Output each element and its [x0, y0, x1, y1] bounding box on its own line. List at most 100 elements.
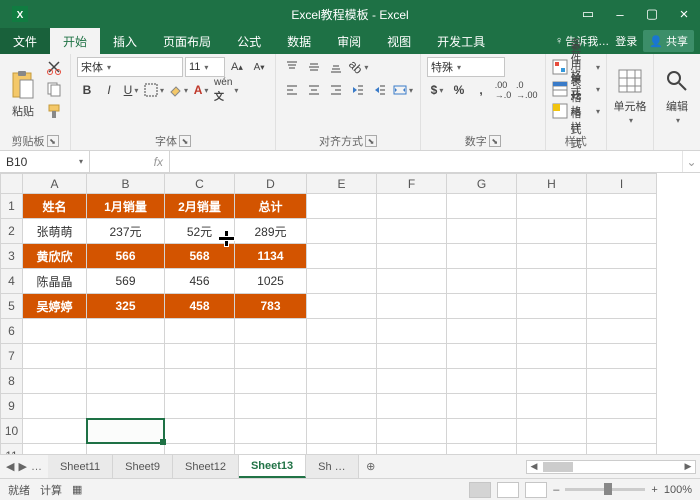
worksheet-grid[interactable]: ABCDEFGHI1姓名1月销量2月销量总计2张萌萌237元52元289元3黄欣… — [0, 173, 700, 454]
cell[interactable] — [587, 369, 657, 394]
cell[interactable] — [87, 419, 165, 444]
cell[interactable] — [235, 369, 307, 394]
clipboard-launcher[interactable]: ⬊ — [47, 135, 59, 147]
number-format-combo[interactable]: 特殊▾ — [427, 57, 505, 77]
tab-view[interactable]: 视图 — [374, 28, 424, 54]
cell[interactable] — [587, 194, 657, 219]
tab-insert[interactable]: 插入 — [100, 28, 150, 54]
cell[interactable] — [517, 344, 587, 369]
cell[interactable] — [307, 219, 377, 244]
percent-button[interactable]: % — [449, 80, 469, 100]
view-pagebreak-button[interactable] — [525, 482, 547, 498]
cell[interactable] — [165, 369, 235, 394]
align-right-button[interactable] — [326, 80, 346, 100]
cell[interactable]: 1月销量 — [87, 194, 165, 219]
ribbon-options-icon[interactable]: ▭ — [572, 0, 604, 28]
tab-developer[interactable]: 开发工具 — [424, 28, 498, 54]
minimize-button[interactable]: – — [604, 0, 636, 28]
align-center-button[interactable] — [304, 80, 324, 100]
increase-font-button[interactable]: A▴ — [227, 57, 247, 77]
row-header[interactable]: 7 — [1, 344, 23, 369]
cell[interactable] — [587, 444, 657, 455]
cell[interactable] — [307, 344, 377, 369]
sheet-tab[interactable]: Sh … — [306, 455, 359, 478]
cell[interactable] — [377, 444, 447, 455]
cell[interactable] — [517, 219, 587, 244]
column-header[interactable]: H — [517, 174, 587, 194]
cell[interactable] — [235, 444, 307, 455]
cell[interactable] — [517, 394, 587, 419]
decrease-font-button[interactable]: A▾ — [249, 57, 269, 77]
cell[interactable] — [307, 269, 377, 294]
cell[interactable] — [165, 444, 235, 455]
cell[interactable] — [517, 444, 587, 455]
cell[interactable]: 237元 — [87, 219, 165, 244]
tab-file[interactable]: 文件 — [0, 28, 50, 54]
zoom-slider[interactable] — [565, 488, 645, 491]
zoom-out-button[interactable]: – — [553, 484, 559, 496]
cell[interactable] — [377, 394, 447, 419]
row-header[interactable]: 4 — [1, 269, 23, 294]
view-pagelayout-button[interactable] — [497, 482, 519, 498]
cell[interactable] — [587, 269, 657, 294]
cell[interactable] — [165, 319, 235, 344]
cell[interactable] — [447, 219, 517, 244]
share-button[interactable]: 👤 共享 — [643, 30, 694, 52]
cell[interactable] — [517, 244, 587, 269]
tab-formulas[interactable]: 公式 — [224, 28, 274, 54]
bold-button[interactable]: B — [77, 80, 97, 100]
tab-data[interactable]: 数据 — [274, 28, 324, 54]
close-button[interactable]: × — [668, 0, 700, 28]
cell[interactable] — [87, 344, 165, 369]
maximize-button[interactable]: ▢ — [636, 0, 668, 28]
cell[interactable] — [517, 419, 587, 444]
align-bottom-button[interactable] — [326, 57, 346, 77]
formula-expand-button[interactable]: ⌄ — [682, 151, 700, 172]
zoom-in-button[interactable]: + — [651, 484, 657, 496]
row-header[interactable]: 5 — [1, 294, 23, 319]
cell[interactable] — [23, 344, 87, 369]
cells-button[interactable]: 单元格▾ — [613, 57, 647, 133]
align-launcher[interactable]: ⬊ — [365, 135, 377, 147]
cell[interactable] — [235, 419, 307, 444]
cell[interactable] — [377, 194, 447, 219]
column-header[interactable]: D — [235, 174, 307, 194]
cell[interactable] — [377, 294, 447, 319]
macro-record-icon[interactable]: ▦ — [72, 483, 82, 496]
cell[interactable] — [23, 419, 87, 444]
cell[interactable] — [377, 369, 447, 394]
cell[interactable] — [517, 369, 587, 394]
column-header[interactable]: I — [587, 174, 657, 194]
sheet-nav-prev[interactable]: ◀ — [6, 460, 14, 473]
fill-color-button[interactable]: ▾ — [167, 80, 189, 100]
cell[interactable]: 2月销量 — [165, 194, 235, 219]
cell[interactable] — [447, 344, 517, 369]
sheet-nav-more[interactable]: … — [31, 461, 42, 473]
indent-decrease-button[interactable] — [348, 80, 368, 100]
editing-button[interactable]: 编辑▾ — [660, 57, 694, 133]
cell[interactable] — [165, 394, 235, 419]
cell[interactable]: 总计 — [235, 194, 307, 219]
sheet-tab[interactable]: Sheet12 — [173, 455, 239, 478]
formula-input[interactable] — [170, 151, 682, 172]
cell[interactable]: 783 — [235, 294, 307, 319]
row-header[interactable]: 11 — [1, 444, 23, 455]
cell[interactable] — [587, 419, 657, 444]
align-top-button[interactable] — [282, 57, 302, 77]
column-header[interactable]: G — [447, 174, 517, 194]
border-button[interactable]: ▾ — [143, 80, 165, 100]
cell[interactable] — [377, 269, 447, 294]
login-link[interactable]: 登录 — [615, 33, 637, 49]
cell[interactable] — [235, 344, 307, 369]
cell[interactable] — [447, 194, 517, 219]
cell[interactable] — [87, 394, 165, 419]
cell[interactable] — [377, 344, 447, 369]
sheet-tab[interactable]: Sheet9 — [113, 455, 173, 478]
cell[interactable] — [377, 319, 447, 344]
paste-button[interactable]: 粘贴 — [6, 57, 40, 133]
view-normal-button[interactable] — [469, 482, 491, 498]
italic-button[interactable]: I — [99, 80, 119, 100]
cell[interactable]: 姓名 — [23, 194, 87, 219]
cell[interactable] — [447, 369, 517, 394]
cell[interactable] — [517, 294, 587, 319]
